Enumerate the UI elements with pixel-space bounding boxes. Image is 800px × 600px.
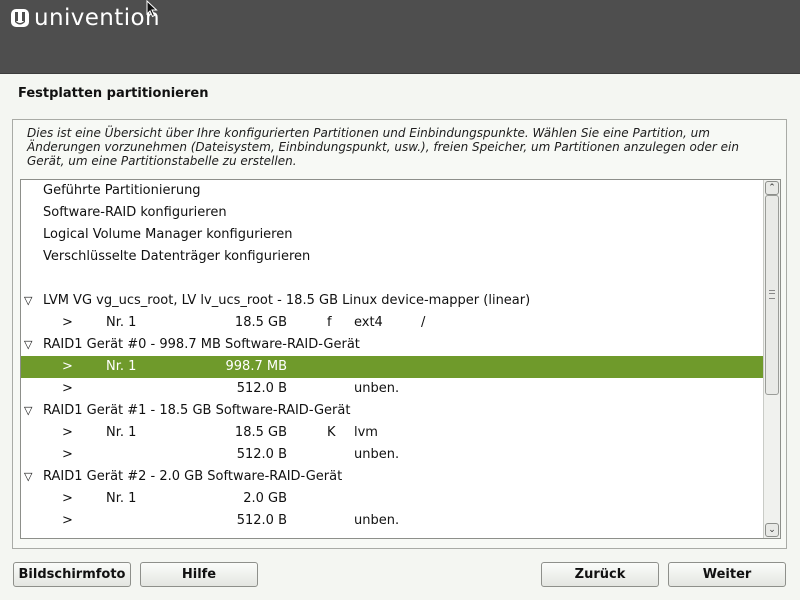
- device-row[interactable]: ▽ RAID1 Gerät #1 - 18.5 GB Software-RAID-…: [21, 400, 763, 422]
- next-button[interactable]: Weiter: [668, 562, 786, 587]
- device-label: RAID1 Gerät #0 - 998.7 MB Software-RAID-…: [43, 337, 360, 352]
- screenshot-button[interactable]: Bildschirmfoto: [13, 562, 131, 587]
- grip-icon: [769, 290, 775, 299]
- device-row[interactable]: ▽ RAID1 Gerät #2 - 2.0 GB Software-RAID-G…: [21, 466, 763, 488]
- banner-divider: [0, 73, 800, 74]
- partition-row-selected[interactable]: > Nr. 1 998.7 MB: [21, 356, 763, 378]
- list-action-label: Logical Volume Manager konfigurieren: [43, 227, 293, 242]
- expander-icon[interactable]: ▽: [24, 334, 38, 356]
- list-action-item[interactable]: Logical Volume Manager konfigurieren: [21, 224, 763, 246]
- list-action-label: Verschlüsselte Datenträger konfigurieren: [43, 249, 311, 264]
- partition-filesystem: unben.: [354, 513, 400, 528]
- device-label: RAID1 Gerät #1 - 18.5 GB Software-RAID-G…: [43, 403, 351, 418]
- partition-size: 512.0 B: [236, 447, 287, 462]
- partition-mountpoint: /: [421, 315, 426, 330]
- partition-size: 2.0 GB: [243, 491, 287, 506]
- chevron-down-icon: ⌄: [768, 525, 776, 535]
- top-banner: univention: [0, 0, 800, 74]
- intro-text: Dies ist eine Übersicht über Ihre konfig…: [27, 126, 739, 168]
- partition-arrow: >: [62, 425, 73, 440]
- partition-number: Nr. 1: [106, 359, 137, 374]
- expander-icon[interactable]: ▽: [24, 466, 38, 488]
- partition-size: 512.0 B: [236, 513, 287, 528]
- partition-flag: f: [327, 315, 332, 330]
- partition-number: Nr. 1: [106, 425, 137, 440]
- univention-logo: univention: [10, 6, 160, 30]
- partition-row[interactable]: > Nr. 1 18.5 GB Klvm: [21, 422, 763, 444]
- list-action-item[interactable]: Verschlüsselte Datenträger konfigurieren: [21, 246, 763, 268]
- partition-arrow: >: [62, 359, 73, 374]
- partition-list[interactable]: Geführte Partitionierung Software-RAID ko…: [20, 179, 781, 539]
- partition-flag: K: [327, 425, 336, 440]
- partition-arrow: >: [62, 491, 73, 506]
- partition-size: 18.5 GB: [234, 315, 287, 330]
- partition-arrow: >: [62, 315, 73, 330]
- partition-row[interactable]: >512.0 B unben.: [21, 378, 763, 400]
- list-scrollbar[interactable]: ⌃ ⌄: [763, 180, 780, 538]
- partition-arrow: >: [62, 447, 73, 462]
- partition-number: Nr. 1: [106, 491, 137, 506]
- device-row[interactable]: ▽ RAID1 Gerät #0 - 998.7 MB Software-RAID…: [21, 334, 763, 356]
- logo-text: univention: [34, 5, 160, 31]
- device-label: RAID1 Gerät #2 - 2.0 GB Software-RAID-Ge…: [43, 469, 343, 484]
- expander-icon[interactable]: ▽: [24, 400, 38, 422]
- page-title: Festplatten partitionieren: [18, 86, 209, 101]
- partition-number: Nr. 1: [106, 315, 137, 330]
- scroll-down-button[interactable]: ⌄: [765, 523, 779, 537]
- expander-icon[interactable]: ▽: [24, 290, 38, 312]
- partition-size: 512.0 B: [236, 381, 287, 396]
- content-panel: Dies ist eine Übersicht über Ihre konfig…: [12, 119, 787, 549]
- partition-size: 18.5 GB: [234, 425, 287, 440]
- partition-arrow: >: [62, 513, 73, 528]
- partition-filesystem: lvm: [354, 425, 378, 440]
- list-action-label: Geführte Partitionierung: [43, 183, 201, 198]
- partition-row[interactable]: >512.0 B unben.: [21, 444, 763, 466]
- partition-filesystem: ext4: [354, 315, 383, 330]
- list-action-item[interactable]: Geführte Partitionierung: [21, 180, 763, 202]
- mouse-pointer-icon: [146, 0, 158, 18]
- device-label: LVM VG vg_ucs_root, LV lv_ucs_root - 18.…: [43, 293, 531, 308]
- partition-filesystem: unben.: [354, 381, 400, 396]
- partition-arrow: >: [62, 381, 73, 396]
- list-action-label: Software-RAID konfigurieren: [43, 205, 227, 220]
- partition-filesystem: unben.: [354, 447, 400, 462]
- univention-logo-icon: [11, 9, 29, 27]
- partition-size: 998.7 MB: [225, 359, 287, 374]
- partition-row[interactable]: >512.0 B unben.: [21, 510, 763, 532]
- list-action-item[interactable]: Software-RAID konfigurieren: [21, 202, 763, 224]
- device-row[interactable]: ▽ LVM VG vg_ucs_root, LV lv_ucs_root - 18…: [21, 290, 763, 312]
- help-button[interactable]: Hilfe: [140, 562, 258, 587]
- partition-row[interactable]: > Nr. 1 18.5 GB f ext4 /: [21, 312, 763, 334]
- partition-list-rows: Geführte Partitionierung Software-RAID ko…: [21, 180, 763, 532]
- back-button[interactable]: Zurück: [541, 562, 659, 587]
- scrollbar-thumb[interactable]: [765, 195, 779, 395]
- chevron-up-icon: ⌃: [768, 183, 776, 193]
- partition-row[interactable]: > Nr. 1 2.0 GB: [21, 488, 763, 510]
- scroll-up-button[interactable]: ⌃: [765, 181, 779, 195]
